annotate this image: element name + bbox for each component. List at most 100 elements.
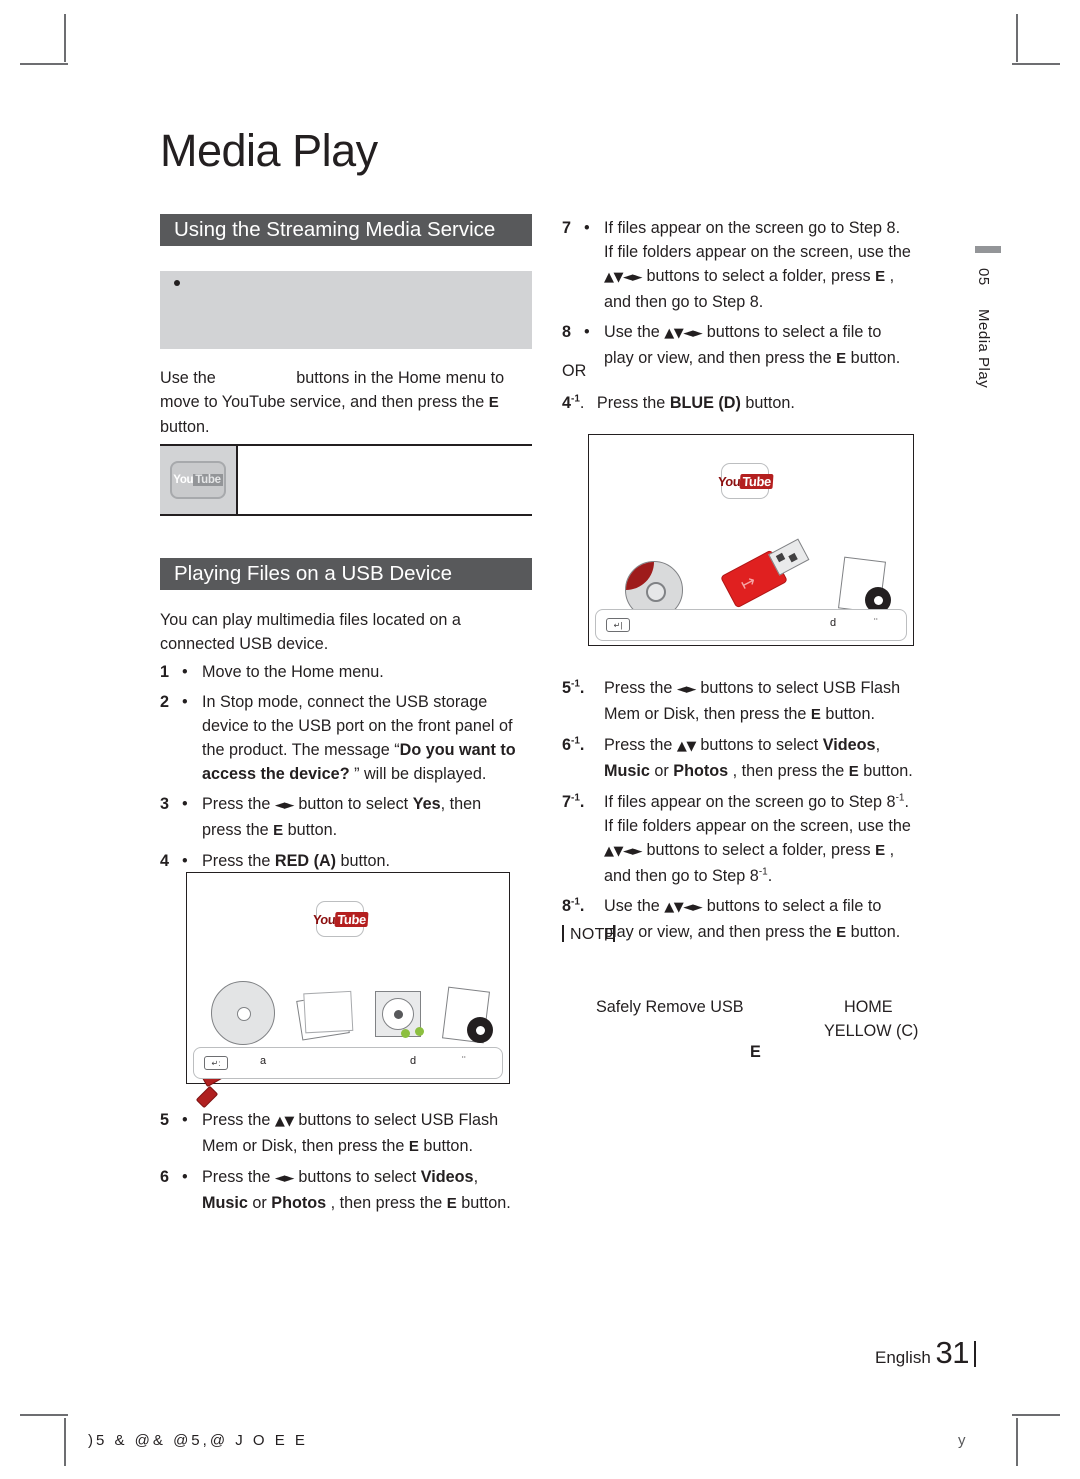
step-body: If files appear on the screen go to Step… bbox=[604, 790, 944, 888]
emphasis-text: Photos bbox=[271, 1194, 327, 1212]
youtube-logo-tube: Tube bbox=[193, 474, 223, 486]
footer-language: English bbox=[875, 1348, 931, 1367]
chapter-side-tab: 05 Media Play bbox=[975, 246, 1001, 389]
footer-garbled-right: y bbox=[958, 1432, 966, 1449]
usb-steps-list-2: 5 • Press the ▲▼ buttons to select USB Fla… bbox=[160, 1108, 538, 1222]
step-4-1-sup: -1 bbox=[571, 393, 580, 405]
arrow-buttons-icon: ◄► bbox=[274, 798, 295, 813]
step-body: Press the ◄► buttons to select Videos, Mu… bbox=[202, 1165, 538, 1216]
step-item: 3 • Press the ◄► button to select Yes, the… bbox=[160, 792, 538, 843]
arrow-buttons-icon: ◄► bbox=[676, 682, 697, 697]
step-item: 2 • In Stop mode, connect the USB storage d… bbox=[160, 690, 538, 786]
crop-mark-top-left-horizontal bbox=[20, 63, 68, 65]
step-line: device to the USB port on the front pane… bbox=[202, 714, 538, 738]
step-4-1-text-a: Press the bbox=[596, 394, 670, 412]
step-item: 6-1. Press the ▲▼ buttons to select Video… bbox=[562, 733, 944, 784]
step-text: buttons to select a folder, press bbox=[642, 841, 876, 859]
step-line: Press the ◄► button to select Yes, then bbox=[202, 792, 538, 818]
step-body: Press the ◄► buttons to select USB Flash… bbox=[604, 676, 944, 727]
youtube-logo-you: You bbox=[173, 474, 194, 486]
streaming-note-block bbox=[160, 271, 532, 349]
enter-button-symbol: E bbox=[836, 350, 847, 367]
step-text: . bbox=[767, 867, 773, 885]
step-number: 8 bbox=[562, 323, 572, 341]
emphasis-text: Music bbox=[604, 762, 650, 780]
step-line: access the device? ” will be displayed. bbox=[202, 762, 538, 786]
step-text: the product. The message “ bbox=[202, 741, 400, 759]
emphasis-text: Videos bbox=[822, 736, 876, 754]
enter-button-symbol: E bbox=[810, 706, 821, 723]
step-line: Press the RED (A) button. bbox=[202, 849, 538, 873]
chapter-name: Media Play bbox=[975, 309, 992, 389]
right-steps-bottom: 5-1. Press the ◄► buttons to select USB F… bbox=[562, 676, 944, 951]
step-number-superscript: -1 bbox=[571, 896, 580, 908]
chapter-tab-dash bbox=[975, 246, 1001, 253]
step-text: , then bbox=[440, 795, 482, 813]
yt-tile-tube: Tube bbox=[334, 911, 368, 927]
footer-garbled-left: )5 & @& @5,@ J O E E bbox=[88, 1432, 308, 1449]
step-line: If files appear on the screen go to Step… bbox=[604, 216, 944, 240]
step-line: Press the ▲▼ buttons to select Videos, bbox=[604, 733, 944, 759]
step-line: play or view, and then press the E butto… bbox=[604, 346, 944, 371]
step-text: button. bbox=[456, 1194, 511, 1212]
step-text: button. bbox=[336, 852, 391, 870]
step-text: play or view, and then press the bbox=[604, 923, 837, 941]
step-text: , then press the bbox=[326, 1194, 447, 1212]
crop-mark-top-left-vertical bbox=[64, 14, 66, 62]
crop-mark-bottom-right-vertical bbox=[1016, 1418, 1018, 1466]
arrow-buttons-icon: ▲▼ bbox=[274, 1114, 295, 1129]
page-footer: English 31 bbox=[875, 1335, 976, 1371]
step-text: or bbox=[247, 1194, 272, 1212]
youtube-logo-cell: You Tube bbox=[160, 446, 238, 514]
step-body: Use the ▲▼◄► buttons to select a file to… bbox=[604, 320, 944, 371]
arrow-buttons-icon: ▲▼ bbox=[676, 739, 697, 754]
step-line: Press the ◄► buttons to select USB Flash bbox=[604, 676, 944, 702]
page-title: Media Play bbox=[160, 125, 378, 176]
step-text: button. bbox=[283, 821, 338, 839]
return-key-icon: ↵: bbox=[204, 1056, 228, 1070]
arrow-buttons-icon: ▲▼◄► bbox=[664, 326, 703, 341]
step-text: ” will be displayed. bbox=[349, 765, 487, 783]
music-icon bbox=[375, 991, 424, 1038]
bottom-label-a: a bbox=[260, 1055, 267, 1067]
streaming-para-line2: move to YouTube service, and then press … bbox=[160, 393, 485, 411]
step-text: buttons to select bbox=[695, 736, 823, 754]
step-body: Use the ▲▼◄► buttons to select a file to… bbox=[604, 894, 944, 945]
enter-button-symbol: E bbox=[848, 763, 859, 780]
step-line: Mem or Disk, then press the E button. bbox=[604, 702, 944, 727]
note-fragment-4: E bbox=[750, 1040, 761, 1064]
step-text: , bbox=[885, 267, 895, 285]
step-text: play or view, and then press the bbox=[604, 349, 837, 367]
step-bullet-icon: • bbox=[182, 852, 188, 870]
step-number-superscript: -1 bbox=[571, 678, 580, 690]
step-number: 4 bbox=[160, 852, 170, 870]
step-line: Use the ▲▼◄► buttons to select a file to bbox=[604, 320, 944, 346]
step-line: press the E button. bbox=[202, 818, 538, 843]
youtube-tile-icon: YouTube bbox=[312, 901, 368, 937]
note-pipe-icon bbox=[562, 925, 564, 942]
photos-icon bbox=[296, 993, 350, 1041]
usb-intro-line1: You can play multimedia files located on… bbox=[160, 611, 461, 629]
arrow-buttons-icon: ◄► bbox=[274, 1171, 295, 1186]
step-bullet-icon: • bbox=[182, 1168, 188, 1186]
superscript-text: -1 bbox=[758, 866, 768, 878]
crop-mark-bottom-left-horizontal bbox=[20, 1414, 68, 1416]
step-text: Move to the Home menu. bbox=[202, 663, 384, 681]
step-text: button. bbox=[858, 762, 913, 780]
step-body: Press the ◄► button to select Yes, then p… bbox=[202, 792, 538, 843]
home-menu-screenshot-left: YouTube ↵: a d ¨ bbox=[186, 872, 510, 1109]
step-line: If file folders appear on the screen, us… bbox=[604, 240, 944, 264]
step-text: buttons to select a folder, press bbox=[642, 267, 876, 285]
or-label-text: OR bbox=[562, 362, 587, 380]
settings-icon bbox=[441, 986, 493, 1044]
step-text: press the bbox=[202, 821, 274, 839]
step-bullet-icon: • bbox=[182, 693, 188, 711]
streaming-para-line3: button. bbox=[160, 418, 210, 436]
step-number: 3 bbox=[160, 795, 170, 813]
step-text: If files appear on the screen go to Step… bbox=[604, 793, 896, 811]
step-number: 5 bbox=[160, 1111, 170, 1129]
step-4-1-text-b: button. bbox=[740, 394, 795, 412]
usb-intro-paragraph: You can play multimedia files located on… bbox=[160, 608, 540, 656]
step-text: In Stop mode, connect the USB storage bbox=[202, 693, 488, 711]
step-item: 4 • Press the RED (A) button. bbox=[160, 849, 538, 873]
